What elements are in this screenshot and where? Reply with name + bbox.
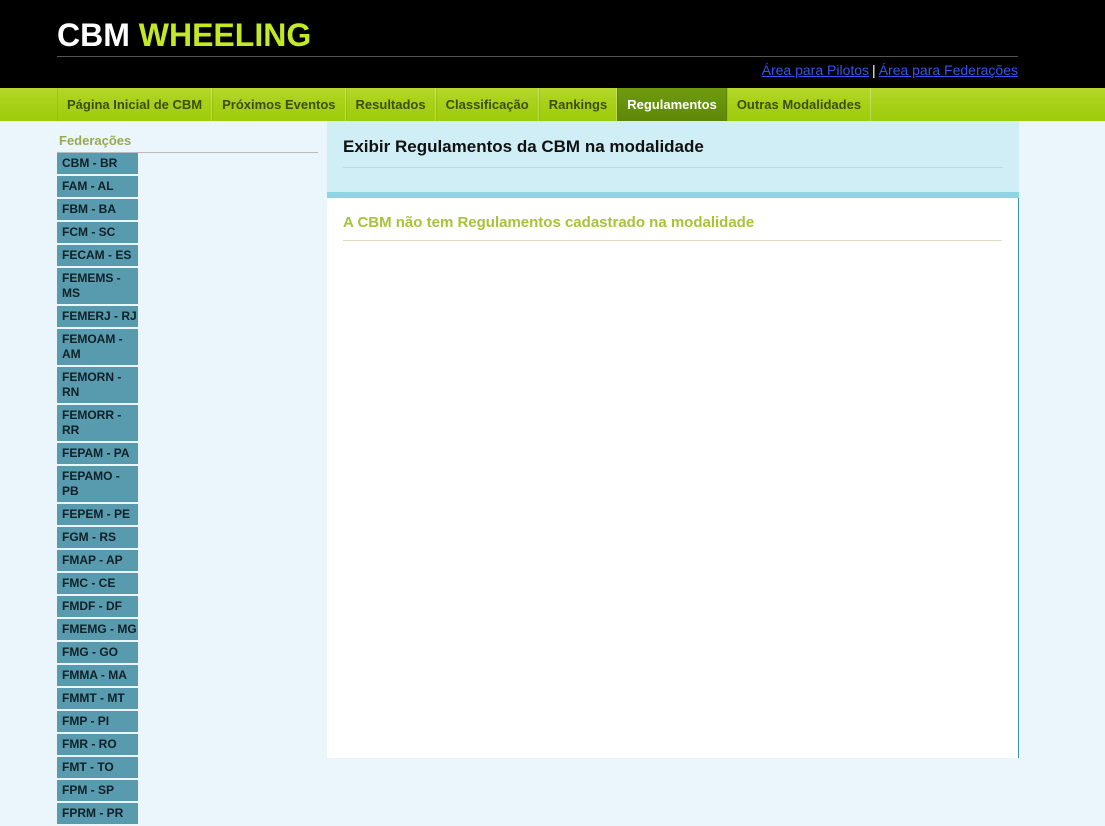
link-area-federacoes[interactable]: Área para Federações: [879, 62, 1018, 78]
nav-label: Rankings: [548, 97, 608, 112]
nav-item-pagina-inicial[interactable]: Página Inicial de CBM: [57, 88, 213, 121]
nav-left-spacer: [0, 88, 57, 121]
sidebar-item-fprm-pr[interactable]: FPRM - PR: [57, 803, 138, 826]
sidebar-item-fcm-sc[interactable]: FCM - SC: [57, 222, 138, 245]
sidebar-item-fmemg-mg[interactable]: FMEMG - MG: [57, 619, 138, 642]
sidebar-item-fepem-pe[interactable]: FEPEM - PE: [57, 504, 138, 527]
sidebar-item-femorr-rr[interactable]: FEMORR - RR: [57, 405, 138, 443]
main-navigation: Página Inicial de CBM Próximos Eventos R…: [0, 88, 1105, 121]
sidebar-item-fmmt-mt[interactable]: FMMT - MT: [57, 688, 138, 711]
main-content: Exibir Regulamentos da CBM na modalidade…: [327, 121, 1019, 758]
nav-label: Resultados: [355, 97, 426, 112]
sidebar-item-femorn-rn[interactable]: FEMORN - RN: [57, 367, 138, 405]
page-body: Federações CBM - BR FAM - AL FBM - BA FC…: [0, 121, 1105, 826]
sidebar: Federações CBM - BR FAM - AL FBM - BA FC…: [57, 121, 319, 826]
sidebar-item-fmr-ro[interactable]: FMR - RO: [57, 734, 138, 757]
sidebar-item-fmdf-df[interactable]: FMDF - DF: [57, 596, 138, 619]
sidebar-item-fepam-pa[interactable]: FEPAM - PA: [57, 443, 138, 466]
sidebar-item-fmp-pi[interactable]: FMP - PI: [57, 711, 138, 734]
site-logo: CBM WHEELING: [57, 16, 311, 54]
sidebar-item-fmg-go[interactable]: FMG - GO: [57, 642, 138, 665]
sidebar-item-fmma-ma[interactable]: FMMA - MA: [57, 665, 138, 688]
nav-item-regulamentos[interactable]: Regulamentos: [617, 88, 727, 121]
header-divider: [57, 56, 1018, 57]
page-title: Exibir Regulamentos da CBM na modalidade: [343, 137, 1003, 168]
sidebar-item-femerj-rj[interactable]: FEMERJ - RJ: [57, 306, 138, 329]
empty-state-message: A CBM não tem Regulamentos cadastrado na…: [343, 214, 1002, 241]
sidebar-item-fmt-to[interactable]: FMT - TO: [57, 757, 138, 780]
content-panel: A CBM não tem Regulamentos cadastrado na…: [327, 198, 1019, 758]
sidebar-item-fbm-ba[interactable]: FBM - BA: [57, 199, 138, 222]
sidebar-item-fmap-ap[interactable]: FMAP - AP: [57, 550, 138, 573]
logo-text-primary: CBM: [57, 17, 130, 53]
sidebar-item-fmc-ce[interactable]: FMC - CE: [57, 573, 138, 596]
federation-list: CBM - BR FAM - AL FBM - BA FCM - SC FECA…: [57, 153, 138, 826]
content-header-panel: Exibir Regulamentos da CBM na modalidade: [327, 121, 1019, 198]
nav-item-resultados[interactable]: Resultados: [345, 88, 436, 121]
sidebar-item-fecam-es[interactable]: FECAM - ES: [57, 245, 138, 268]
sidebar-item-cbm-br[interactable]: CBM - BR: [57, 153, 138, 176]
sidebar-item-fam-al[interactable]: FAM - AL: [57, 176, 138, 199]
sidebar-item-femoam-am[interactable]: FEMOAM - AM: [57, 329, 138, 367]
sidebar-item-fpm-sp[interactable]: FPM - SP: [57, 780, 138, 803]
sidebar-heading: Federações: [57, 121, 318, 153]
link-area-pilotos[interactable]: Área para Pilotos: [762, 62, 869, 78]
nav-item-proximos-eventos[interactable]: Próximos Eventos: [212, 88, 346, 121]
site-header: CBM WHEELING Área para Pilotos | Área para…: [0, 0, 1105, 88]
sidebar-item-fgm-rs[interactable]: FGM - RS: [57, 527, 138, 550]
nav-item-outras-modalidades[interactable]: Outras Modalidades: [726, 88, 872, 121]
nav-label: Próximos Eventos: [222, 97, 336, 112]
sidebar-item-fepamo-pb[interactable]: FEPAMO - PB: [57, 466, 138, 504]
nav-item-rankings[interactable]: Rankings: [538, 88, 618, 121]
nav-label: Outras Modalidades: [736, 97, 862, 112]
header-account-links: Área para Pilotos | Área para Federações: [762, 62, 1018, 78]
links-separator: |: [872, 62, 876, 78]
nav-label: Classificação: [445, 97, 529, 112]
sidebar-item-femems-ms[interactable]: FEMEMS - MS: [57, 268, 138, 306]
nav-label: Regulamentos: [627, 97, 717, 112]
nav-item-classificacao[interactable]: Classificação: [435, 88, 539, 121]
nav-label: Página Inicial de CBM: [67, 97, 203, 112]
logo-text-secondary: WHEELING: [138, 17, 312, 53]
